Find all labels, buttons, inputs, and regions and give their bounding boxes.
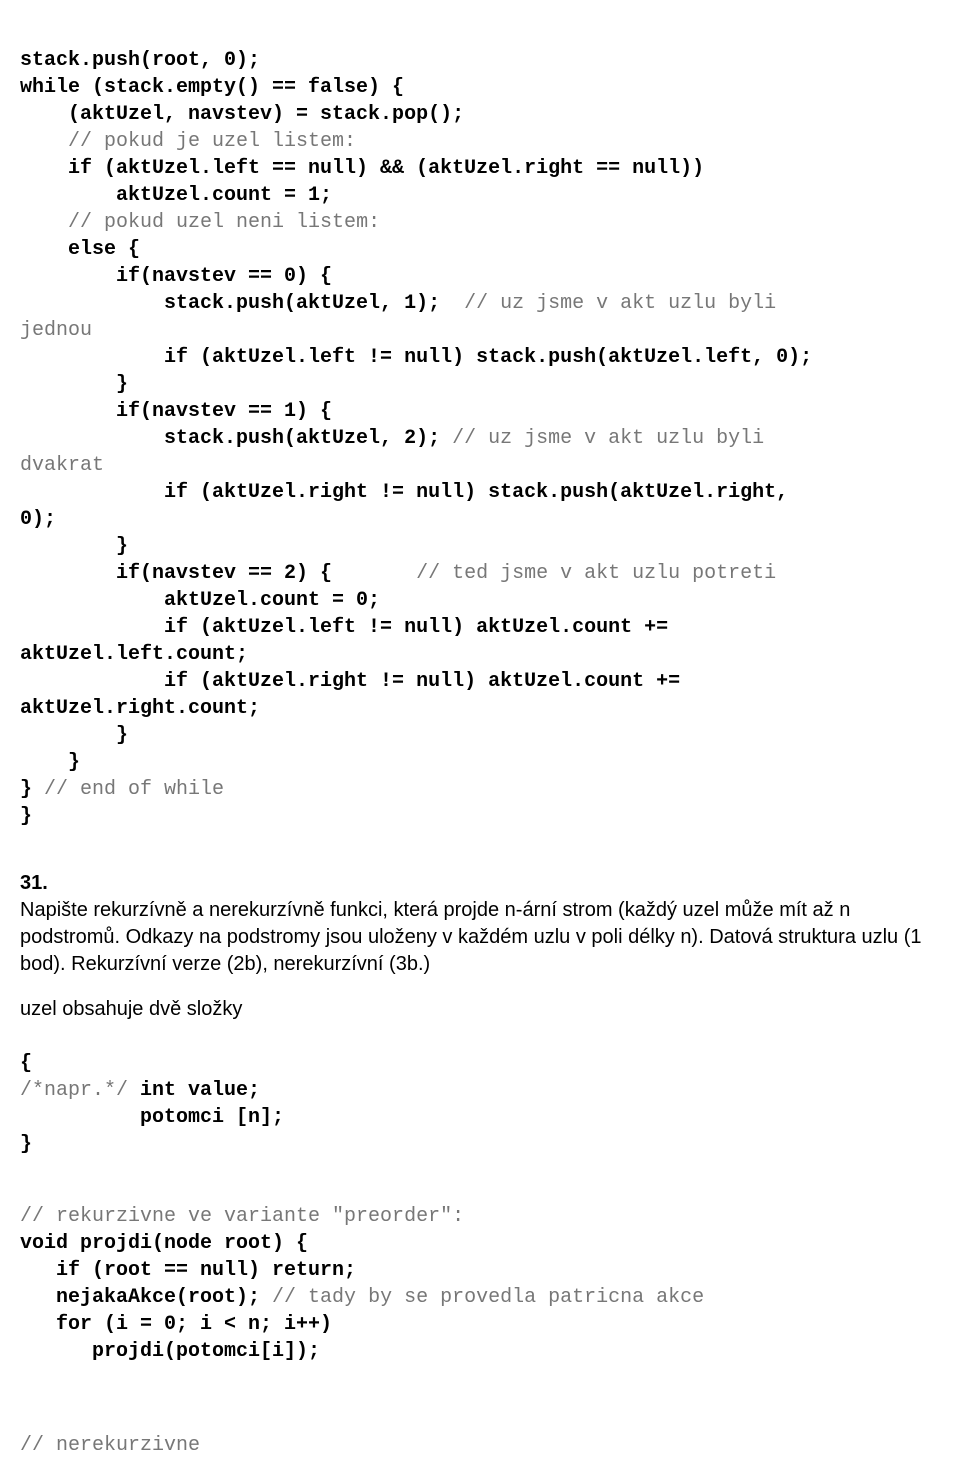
code-line: } xyxy=(20,751,80,774)
code-line: aktUzel.count = 1; xyxy=(20,184,332,207)
question-text: Napište rekurzívně a nerekurzívně funkci… xyxy=(20,897,940,978)
code-comment: // uz jsme v akt uzlu byli xyxy=(464,292,776,315)
code-line: 0); xyxy=(20,508,56,531)
code-line: while (stack.empty() == false) { xyxy=(20,76,404,99)
code-line: if (aktUzel.right != null) aktUzel.count… xyxy=(20,670,680,693)
code-comment: dvakrat xyxy=(20,454,104,477)
code-line: } xyxy=(20,805,32,828)
code-line: nejakaAkce(root); xyxy=(20,1286,260,1309)
code-line: potomci [n]; xyxy=(20,1106,284,1129)
section-number: 31. xyxy=(20,870,940,897)
code-line: else { xyxy=(20,238,140,261)
code-line: if (aktUzel.left == null) && (aktUzel.ri… xyxy=(20,157,704,180)
code-comment: // nerekurzivne xyxy=(20,1434,200,1457)
code-line: int value; xyxy=(128,1079,260,1102)
code-line: } xyxy=(20,1133,32,1156)
question-subtext: uzel obsahuje dvě složky xyxy=(20,996,940,1023)
code-block-1: stack.push(root, 0); while (stack.empty(… xyxy=(20,20,940,830)
code-line: if (aktUzel.left != null) aktUzel.count … xyxy=(20,616,668,639)
code-line: projdi(potomci[i]); xyxy=(20,1340,320,1363)
code-comment: jednou xyxy=(20,319,92,342)
code-line: if(navstev == 0) { xyxy=(20,265,332,288)
code-line: stack.push(aktUzel, 1); xyxy=(20,292,464,315)
code-comment: // pokud uzel neni listem: xyxy=(68,211,380,234)
code-line: } xyxy=(20,724,128,747)
code-line: if (aktUzel.left != null) stack.push(akt… xyxy=(20,346,812,369)
code-line: if(navstev == 1) { xyxy=(20,400,332,423)
code-comment: // pokud je uzel listem: xyxy=(68,130,356,153)
code-line: if(navstev == 2) { xyxy=(20,562,416,585)
code-line: } xyxy=(20,373,128,396)
code-line: void projdi(node root) { xyxy=(20,1232,308,1255)
code-comment: // ted jsme v akt uzlu potreti xyxy=(416,562,776,585)
code-line: aktUzel.count = 0; xyxy=(20,589,380,612)
code-block-2: { /*napr.*/ int value; potomci [n]; } xyxy=(20,1023,940,1158)
code-line: if (aktUzel.right != null) stack.push(ak… xyxy=(20,481,788,504)
code-line xyxy=(20,211,68,234)
question-block: 31. Napište rekurzívně a nerekurzívně fu… xyxy=(20,870,940,1023)
code-line: stack.push(aktUzel, 2); xyxy=(20,427,452,450)
code-line: { xyxy=(20,1052,32,1075)
code-line: aktUzel.right.count; xyxy=(20,697,260,720)
code-comment: /*napr.*/ xyxy=(20,1079,128,1102)
code-line: if (root == null) return; xyxy=(20,1259,356,1282)
code-line: } xyxy=(20,535,128,558)
code-line: for (i = 0; i < n; i++) xyxy=(20,1313,332,1336)
code-comment: // tady by se provedla patricna akce xyxy=(260,1286,704,1309)
code-line: aktUzel.left.count; xyxy=(20,643,248,666)
code-line: stack.push(root, 0); xyxy=(20,49,260,72)
code-line: } xyxy=(20,778,44,801)
code-block-3: // rekurzivne ve variante "preorder": vo… xyxy=(20,1176,940,1365)
code-comment: // end of while xyxy=(44,778,224,801)
code-comment: // uz jsme v akt uzlu byli xyxy=(452,427,764,450)
code-comment: // rekurzivne ve variante "preorder": xyxy=(20,1205,464,1228)
code-line: (aktUzel, navstev) = stack.pop(); xyxy=(20,103,464,126)
code-line xyxy=(20,130,68,153)
